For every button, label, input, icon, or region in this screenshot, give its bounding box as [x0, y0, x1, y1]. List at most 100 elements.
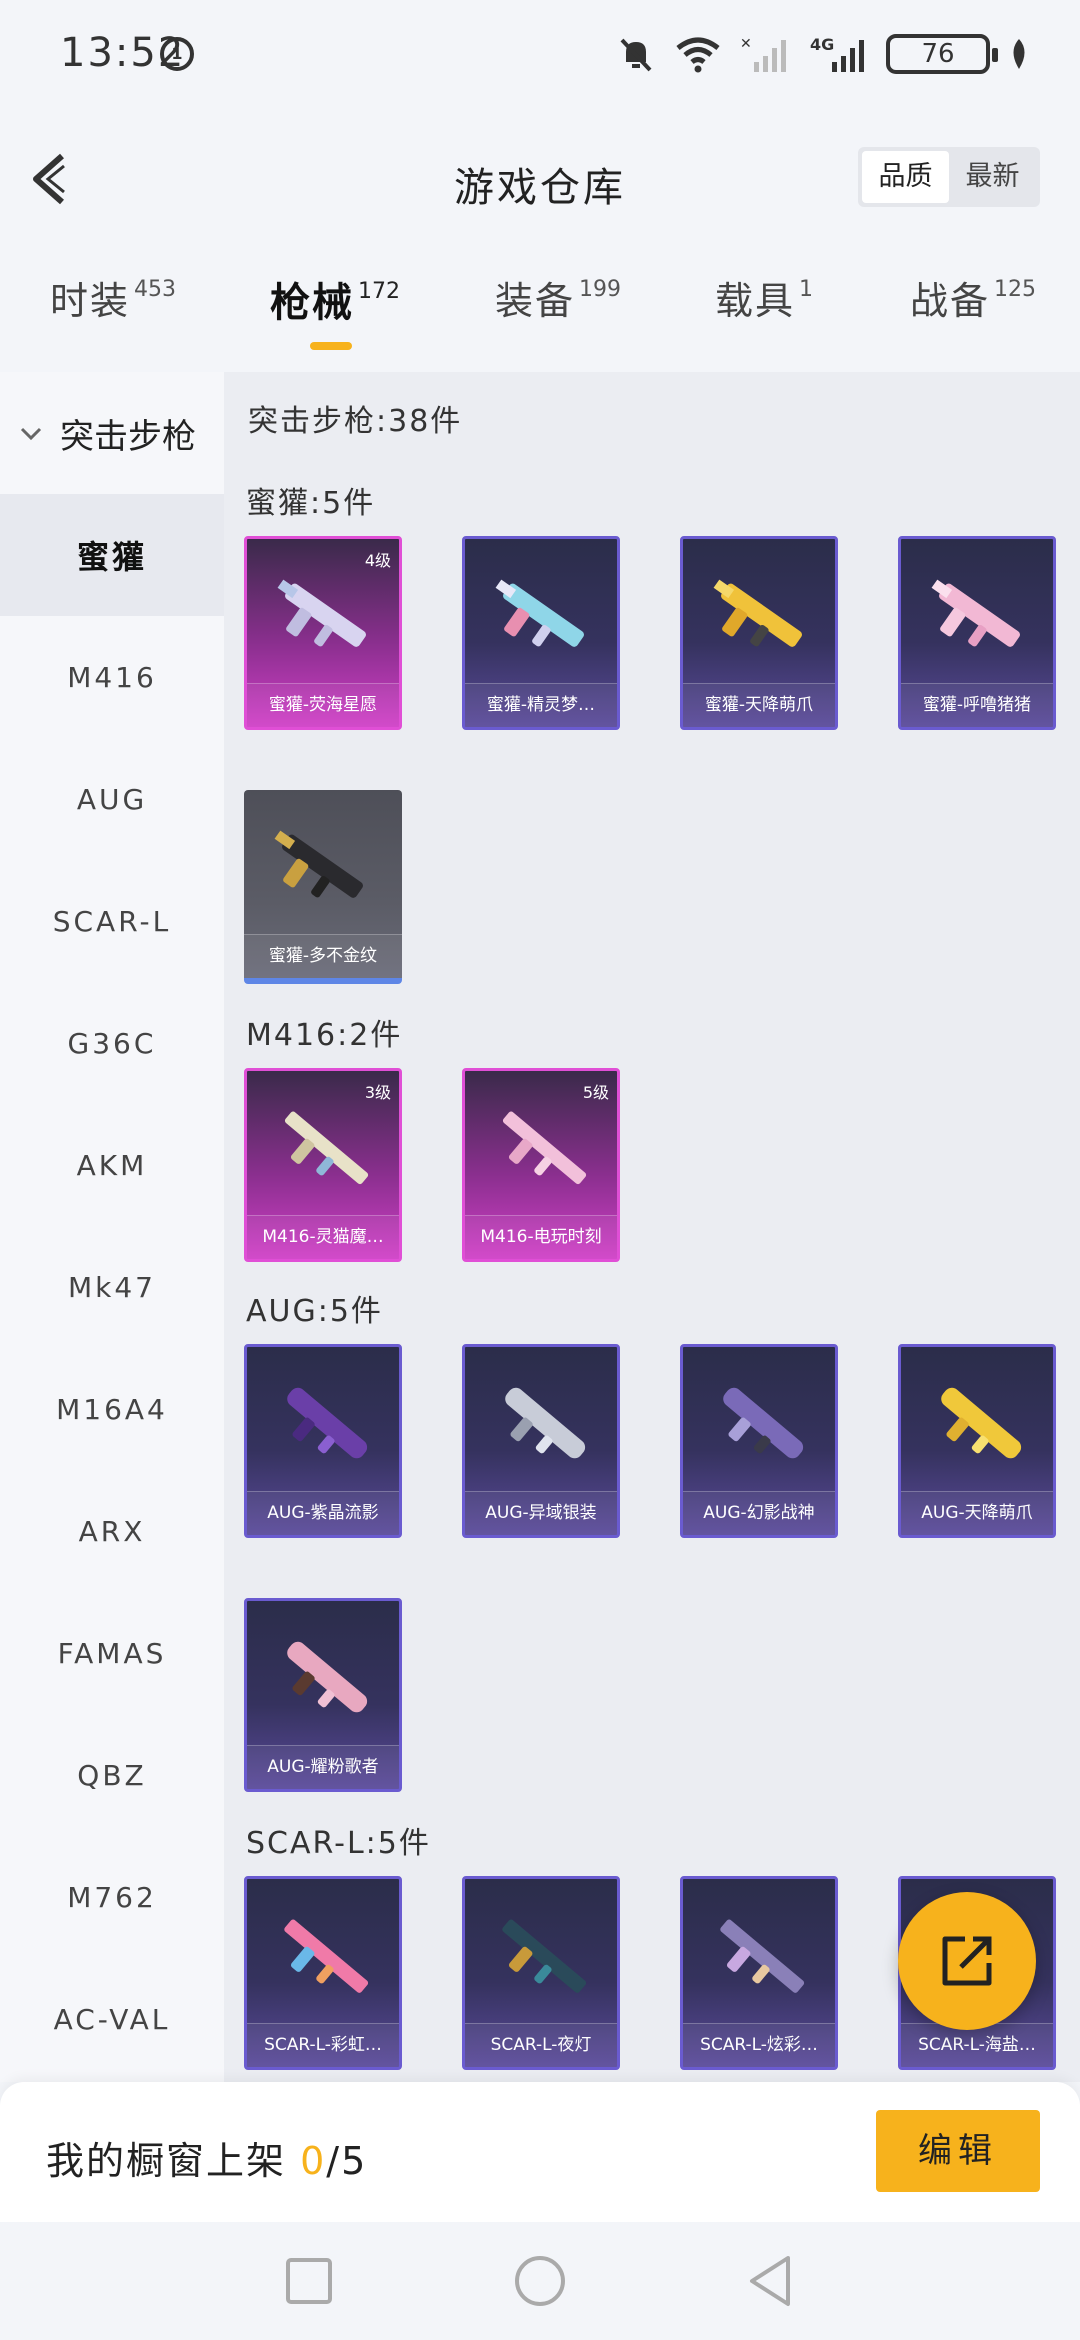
header: 游戏仓库 品质 最新	[0, 110, 1080, 250]
sidebar-item[interactable]: M416	[0, 616, 224, 738]
card-name: 蜜獾-多不金纹	[244, 934, 402, 978]
gun-skin-icon	[502, 1111, 587, 1185]
mute-bell-icon	[620, 38, 652, 72]
svg-text:✕: ✕	[740, 36, 752, 52]
gun-skin-icon	[723, 1387, 804, 1459]
tab-equipment[interactable]: 装备 199	[495, 270, 621, 360]
gun-skin-icon	[502, 1919, 587, 1993]
tab-label: 战备	[910, 279, 991, 323]
skin-card[interactable]: 蜜獾-精灵梦…	[462, 536, 620, 730]
tab-count: 199	[579, 277, 622, 302]
card-name: M416-灵猫魔…	[247, 1215, 399, 1259]
gun-skin-icon	[284, 1111, 369, 1185]
inventory-grid: 突击步枪:38件 蜜獾:5件 4级 蜜獾-荧海星愿 蜜獾-精灵梦… 蜜獾-天降萌…	[224, 372, 1080, 2082]
sidebar-item[interactable]: ARX	[0, 1470, 224, 1592]
leaf-icon	[1013, 39, 1025, 69]
tab-label: 载具	[715, 279, 796, 323]
sidebar-item[interactable]: AC-VAL	[0, 1958, 224, 2080]
active-tab-indicator	[310, 342, 352, 350]
home-icon[interactable]	[505, 2246, 575, 2316]
gun-skin-icon	[941, 1387, 1022, 1459]
showcase-status: 我的橱窗上架 0/5	[46, 2130, 367, 2185]
sidebar-item[interactable]: M762	[0, 1836, 224, 1958]
card-name: AUG-天降萌爪	[901, 1491, 1053, 1535]
card-name: AUG-异域银装	[465, 1491, 617, 1535]
tab-count: 172	[358, 279, 400, 304]
sidebar-item[interactable]: SCAR-L	[0, 860, 224, 982]
system-nav-bar	[0, 2222, 1080, 2340]
skin-card[interactable]: AUG-天降萌爪	[898, 1344, 1056, 1538]
back-nav-icon[interactable]	[736, 2246, 806, 2316]
section-title: 蜜獾:5件	[246, 486, 376, 521]
sidebar-item[interactable]: 蜜獾	[0, 494, 224, 616]
wifi-icon	[676, 37, 720, 73]
card-name: SCAR-L-炫彩…	[683, 2023, 835, 2067]
sidebar-item[interactable]: AKM	[0, 1104, 224, 1226]
tab-supplies[interactable]: 战备 125	[910, 270, 1036, 360]
gun-skin-icon	[720, 1919, 805, 1993]
skin-card[interactable]: 蜜獾-多不金纹	[244, 790, 402, 984]
sidebar-item[interactable]: FAMAS	[0, 1592, 224, 1714]
tab-count: 125	[994, 277, 1037, 302]
skin-card[interactable]: 4级 蜜獾-荧海星愿	[244, 536, 402, 730]
tab-label: 枪械	[270, 280, 354, 326]
status-bar: 13:52 1 ✕ 4G 76	[0, 0, 1080, 110]
showcase-count: 0	[300, 2139, 327, 2183]
gun-skin-icon	[277, 579, 366, 647]
card-name: SCAR-L-夜灯	[465, 2023, 617, 2067]
skin-card[interactable]: AUG-幻影战神	[680, 1344, 838, 1538]
weapon-sidebar: 突击步枪 蜜獾 M416 AUG SCAR-L G36C AKM Mk47 M1…	[0, 372, 224, 2082]
network-label: 4G	[810, 35, 834, 54]
skin-card[interactable]: AUG-紫晶流影	[244, 1344, 402, 1538]
notification-badge-icon: 1	[160, 37, 194, 71]
skin-card[interactable]: SCAR-L-炫彩…	[680, 1876, 838, 2070]
skin-card[interactable]: 蜜獾-呼噜猪猪	[898, 536, 1056, 730]
tab-fashion[interactable]: 时装 453	[50, 270, 176, 360]
skin-card[interactable]: AUG-耀粉歌者	[244, 1598, 402, 1792]
sidebar-item[interactable]: AUG	[0, 738, 224, 860]
showcase-total: /5	[326, 2139, 368, 2183]
sort-newest-button[interactable]: 最新	[949, 151, 1036, 203]
edit-button[interactable]: 编辑	[876, 2110, 1040, 2192]
sidebar-item[interactable]: QBZ	[0, 1714, 224, 1836]
status-icons: ✕ 4G 76	[616, 32, 1030, 76]
sidebar-group-assault-rifles[interactable]: 突击步枪	[0, 372, 224, 494]
skin-card[interactable]: SCAR-L-夜灯	[462, 1876, 620, 2070]
card-name: AUG-耀粉歌者	[247, 1745, 399, 1789]
recent-apps-icon[interactable]	[274, 2246, 344, 2316]
skin-card[interactable]: 3级 M416-灵猫魔…	[244, 1068, 402, 1262]
battery-icon: 76	[886, 34, 998, 74]
tab-vehicles[interactable]: 载具 1	[715, 270, 813, 360]
gun-skin-icon	[274, 830, 363, 898]
card-name: 蜜獾-呼噜猪猪	[901, 683, 1053, 727]
section-title: M416:2件	[246, 1018, 403, 1053]
gun-skin-icon	[287, 1641, 368, 1713]
chevron-down-icon	[20, 427, 42, 441]
showcase-label: 我的橱窗上架	[46, 2139, 301, 2183]
sidebar-group-label: 突击步枪	[60, 416, 196, 457]
signal-4g-icon: 4G	[810, 35, 864, 72]
bottom-bar: 我的橱窗上架 0/5 编辑	[0, 2082, 1080, 2222]
card-name: AUG-紫晶流影	[247, 1491, 399, 1535]
skin-card[interactable]: 5级 M416-电玩时刻	[462, 1068, 620, 1262]
tab-label: 时装	[50, 279, 131, 323]
skin-card[interactable]: SCAR-L-彩虹…	[244, 1876, 402, 2070]
gun-skin-icon	[287, 1387, 368, 1459]
sidebar-item[interactable]: Mk47	[0, 1226, 224, 1348]
skin-card[interactable]: AUG-异域银装	[462, 1344, 620, 1538]
category-title: 突击步枪:38件	[248, 404, 463, 439]
section-title: AUG:5件	[246, 1294, 383, 1329]
card-name: AUG-幻影战神	[683, 1491, 835, 1535]
sort-quality-button[interactable]: 品质	[862, 151, 949, 203]
category-tabs: 时装 453 枪械 172 装备 199 载具 1 战备 125	[0, 270, 1080, 360]
sidebar-item[interactable]: G36C	[0, 982, 224, 1104]
sidebar-item[interactable]: M16A4	[0, 1348, 224, 1470]
share-button[interactable]	[898, 1892, 1036, 2030]
section-title: SCAR-L:5件	[246, 1826, 431, 1861]
share-out-icon	[942, 1936, 992, 1986]
gun-skin-icon	[284, 1919, 369, 1993]
tab-count: 1	[799, 277, 814, 302]
skin-card[interactable]: 蜜獾-天降萌爪	[680, 536, 838, 730]
tab-label: 装备	[495, 279, 576, 323]
gun-skin-icon	[505, 1387, 586, 1459]
